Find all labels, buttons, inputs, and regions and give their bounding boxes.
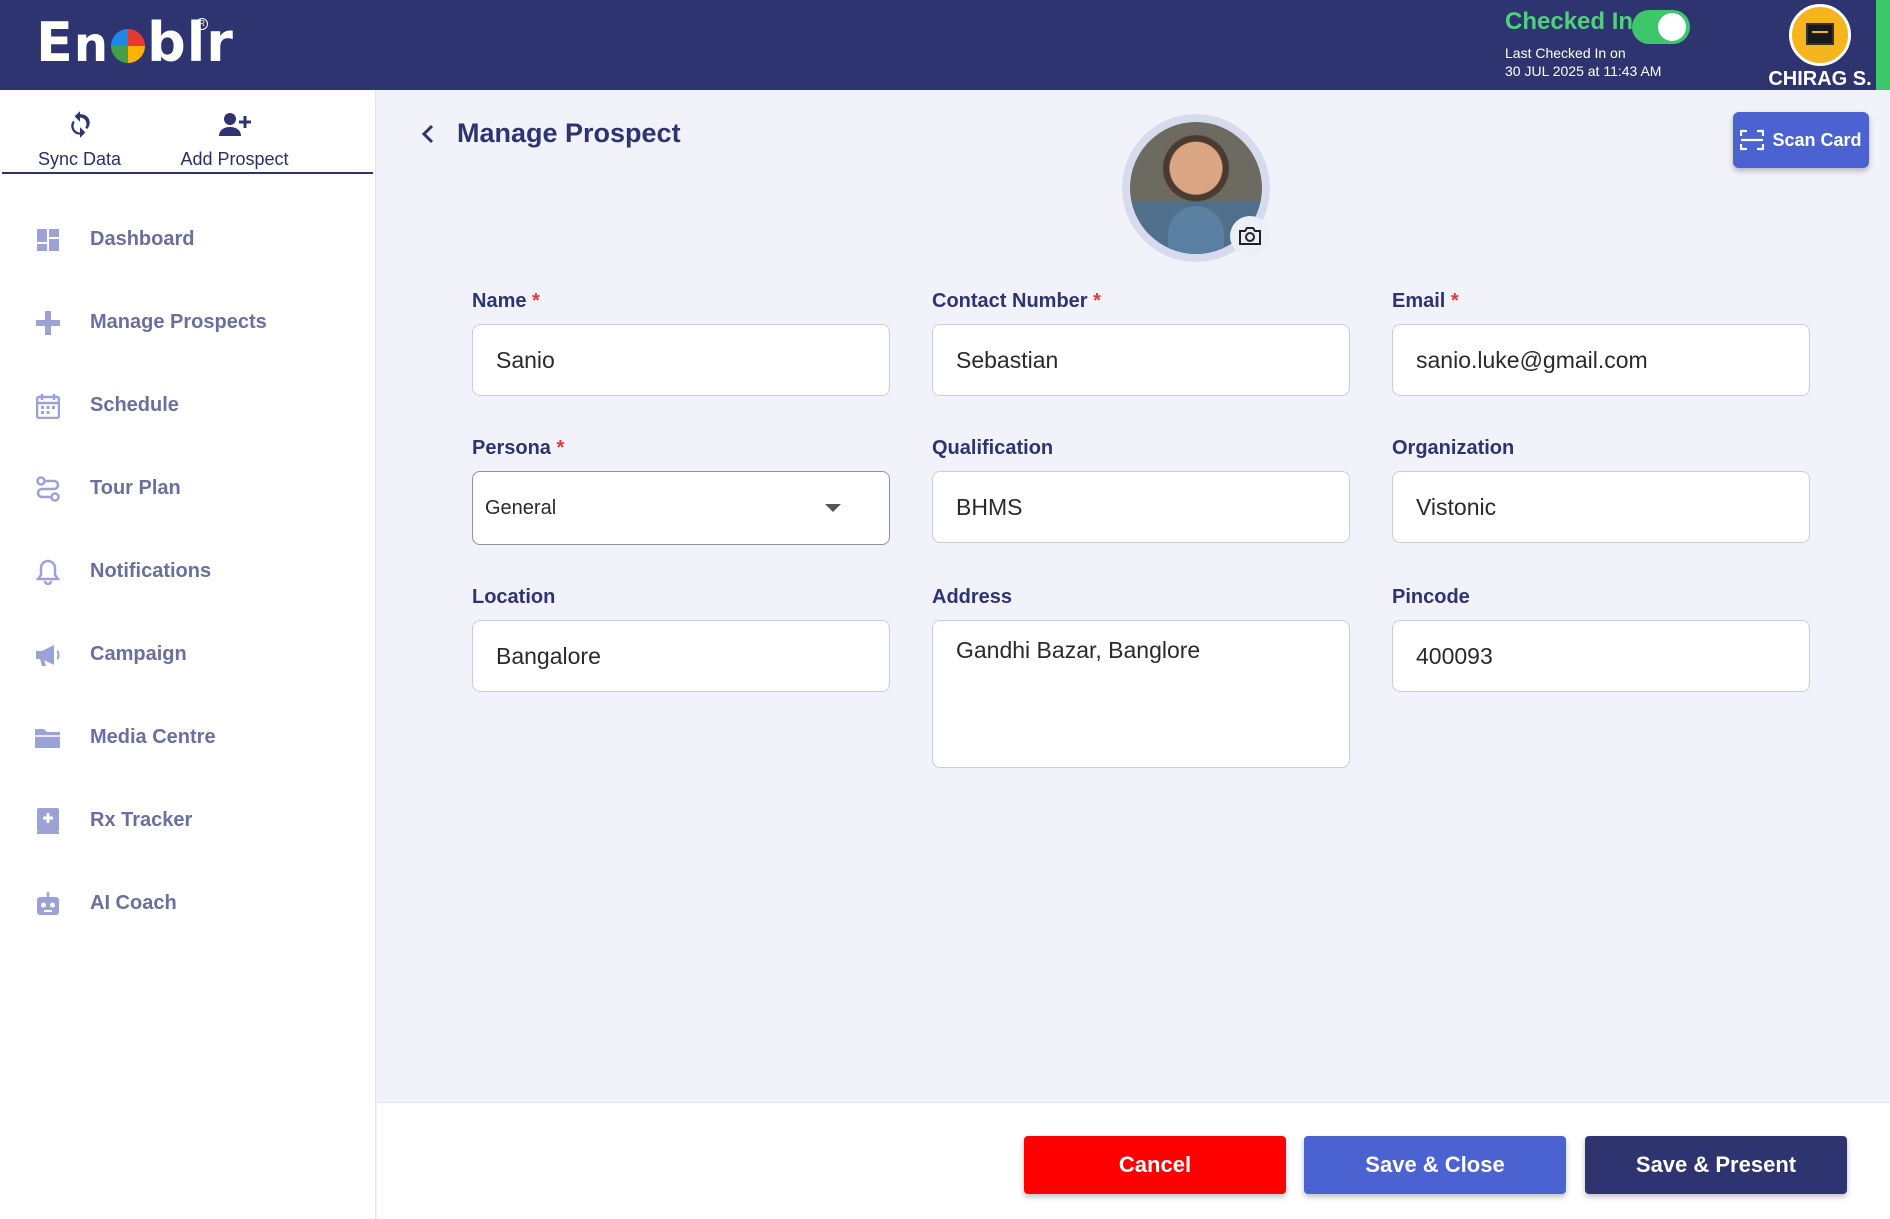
user-name: CHIRAG S. — [1768, 68, 1872, 90]
cancel-button[interactable]: Cancel — [1024, 1136, 1286, 1194]
sidebar-item-rx-tracker[interactable]: Rx Tracker — [0, 779, 375, 862]
sidebar-item-label: Tour Plan — [90, 477, 181, 499]
route-icon — [34, 475, 62, 503]
calendar-icon — [34, 392, 62, 420]
save-present-button[interactable]: Save & Present — [1585, 1136, 1847, 1194]
add-prospect-label: Add Prospect — [180, 149, 289, 169]
plus-icon — [34, 309, 62, 337]
sidebar-item-schedule[interactable]: Schedule — [0, 364, 375, 447]
sidebar-item-label: AI Coach — [90, 892, 177, 914]
sidebar-nav: Dashboard Manage Prospects Schedule Tour… — [0, 198, 375, 945]
scan-icon — [1740, 129, 1765, 151]
address-label: Address — [932, 586, 1013, 608]
camera-icon — [1239, 227, 1261, 245]
sync-data-button[interactable]: Sync Data — [2, 90, 157, 172]
address-field-group: Address Gandhi Bazar, Banglore — [932, 586, 1350, 768]
add-user-icon — [218, 113, 251, 136]
email-label: Email * — [1392, 290, 1459, 312]
sidebar: Sync Data Add Prospect Dashboard Manage … — [0, 90, 376, 1219]
pincode-field-group: Pincode 400093 — [1392, 586, 1810, 692]
prospect-photo — [1122, 114, 1270, 262]
location-field-group: Location Bangalore — [472, 586, 890, 692]
sidebar-item-label: Rx Tracker — [90, 809, 193, 831]
qualification-label: Qualification — [932, 437, 1054, 459]
sync-data-label: Sync Data — [37, 149, 122, 169]
sidebar-item-dashboard[interactable]: Dashboard — [0, 198, 375, 281]
sync-icon — [70, 111, 90, 138]
location-input[interactable]: Bangalore — [472, 620, 890, 692]
contact-number-input[interactable]: Sebastian — [932, 324, 1350, 396]
contact-field-group: Contact Number * Sebastian — [932, 290, 1350, 396]
scan-card-button[interactable]: Scan Card — [1733, 112, 1869, 168]
sidebar-item-media-centre[interactable]: Media Centre — [0, 696, 375, 779]
checkin-toggle[interactable] — [1632, 10, 1690, 44]
add-prospect-button[interactable]: Add Prospect — [157, 90, 312, 172]
organization-field-group: Organization Vistonic — [1392, 437, 1810, 543]
location-label: Location — [472, 586, 556, 608]
megaphone-icon — [34, 641, 62, 669]
persona-select[interactable]: General — [472, 471, 890, 545]
persona-value: General — [485, 496, 557, 519]
dropdown-arrow-icon — [825, 504, 841, 512]
chevron-left-icon — [421, 124, 434, 143]
sidebar-item-manage-prospects[interactable]: Manage Prospects — [0, 281, 375, 364]
page-header: Manage Prospect — [413, 118, 681, 149]
sidebar-item-label: Campaign — [90, 643, 187, 665]
name-field-group: Name * Sanio — [472, 290, 890, 396]
form-footer: Cancel Save & Close Save & Present — [377, 1102, 1890, 1219]
qualification-field-group: Qualification BHMS — [932, 437, 1350, 543]
quick-actions: Sync Data Add Prospect — [2, 90, 373, 174]
address-textarea[interactable]: Gandhi Bazar, Banglore — [932, 620, 1350, 768]
last-checkin-line2: 30 JUL 2025 at 11:43 AM — [1505, 63, 1662, 79]
dashboard-icon — [34, 226, 62, 254]
main-content: Manage Prospect Scan Card Name * Sanio C… — [377, 90, 1890, 1219]
persona-field-group: Persona * General — [472, 437, 890, 545]
sidebar-item-tour-plan[interactable]: Tour Plan — [0, 447, 375, 530]
sidebar-item-notifications[interactable]: Notifications — [0, 530, 375, 613]
status-strip — [1876, 0, 1890, 90]
organization-label: Organization — [1392, 437, 1515, 459]
sidebar-item-label: Media Centre — [90, 726, 216, 748]
email-input[interactable]: sanio.luke@gmail.com — [1392, 324, 1810, 396]
organization-input[interactable]: Vistonic — [1392, 471, 1810, 543]
name-label: Name * — [472, 290, 540, 312]
page-title: Manage Prospect — [457, 118, 681, 148]
name-input[interactable]: Sanio — [472, 324, 890, 396]
sidebar-item-ai-coach[interactable]: AI Coach — [0, 862, 375, 945]
sidebar-item-label: Dashboard — [90, 228, 195, 250]
change-photo-button[interactable] — [1230, 216, 1270, 256]
back-button[interactable] — [413, 119, 443, 149]
checkin-status: Checked In Last Checked In on 30 JUL 202… — [1505, 8, 1690, 80]
pincode-input[interactable]: 400093 — [1392, 620, 1810, 692]
rx-book-icon — [34, 807, 62, 835]
scan-card-label: Scan Card — [1772, 129, 1862, 150]
save-close-button[interactable]: Save & Close — [1304, 1136, 1566, 1194]
email-field-group: Email * sanio.luke@gmail.com — [1392, 290, 1810, 396]
contact-label: Contact Number * — [932, 290, 1101, 312]
robot-icon — [34, 890, 62, 918]
last-checkin-line1: Last Checked In on — [1505, 45, 1626, 61]
sidebar-item-campaign[interactable]: Campaign — [0, 613, 375, 696]
pincode-label: Pincode — [1392, 586, 1470, 608]
sidebar-item-label: Schedule — [90, 394, 179, 416]
user-profile[interactable]: CHIRAG S. — [1760, 4, 1880, 91]
top-bar: En blr R Checked In Last Checked In on 30… — [0, 0, 1890, 90]
last-checkin-text: Last Checked In on 30 JUL 2025 at 11:43 … — [1505, 44, 1661, 80]
folder-icon — [34, 724, 62, 752]
sidebar-item-label: Notifications — [90, 560, 212, 582]
app-logo: En blr R — [36, 10, 234, 74]
qualification-input[interactable]: BHMS — [932, 471, 1350, 543]
avatar[interactable] — [1789, 4, 1851, 66]
bell-icon — [34, 558, 62, 586]
persona-label: Persona * — [472, 437, 565, 459]
sidebar-item-label: Manage Prospects — [90, 311, 267, 333]
